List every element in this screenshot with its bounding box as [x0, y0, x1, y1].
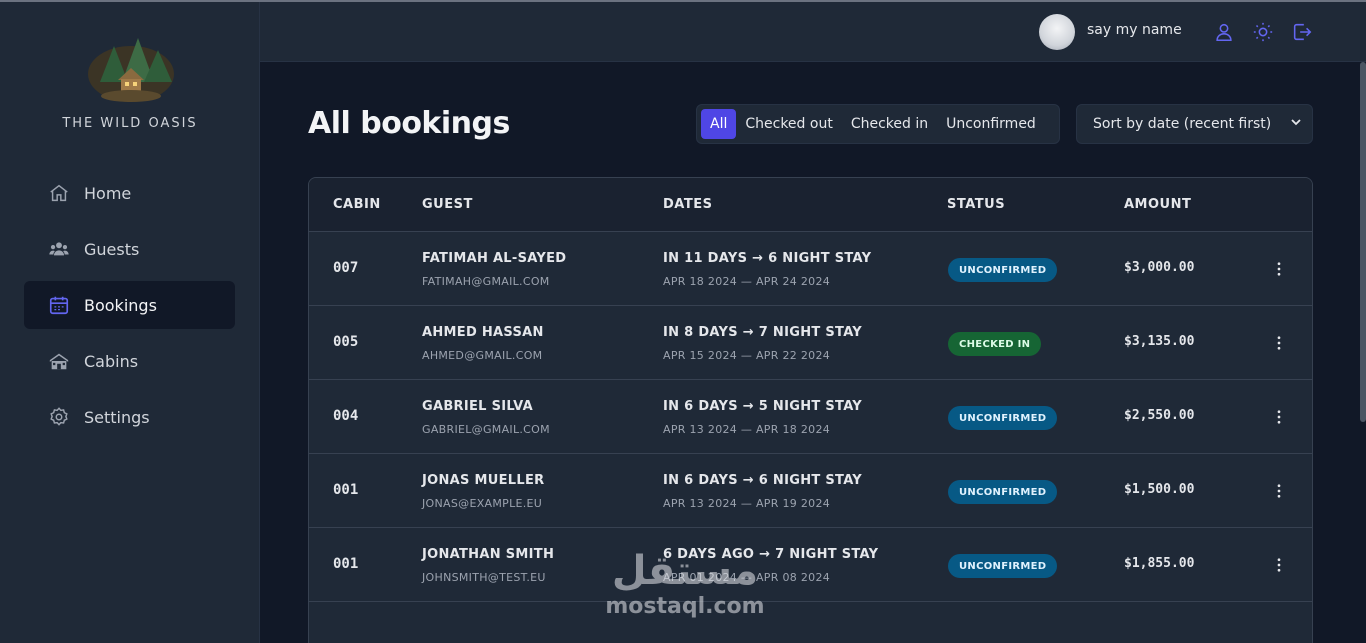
username: say my name	[1087, 22, 1182, 38]
column-header-guest: GUEST	[422, 197, 473, 212]
table-row: 007 FATIMAH AL-SAYED FATIMAH@GMAIL.COM I…	[309, 232, 1312, 306]
row-menu-icon[interactable]	[1269, 553, 1289, 577]
booking-amount: $3,135.00	[1124, 334, 1195, 349]
date-range: APR 18 2024 — APR 24 2024	[663, 275, 831, 288]
status-filter: All Checked out Checked in Unconfirmed	[696, 104, 1060, 144]
table-row: 001 JONAS MUELLER JONAS@EXAMPLE.EU IN 6 …	[309, 454, 1312, 528]
guest-email: AHMED@GMAIL.COM	[422, 349, 543, 362]
sidebar-item-bookings[interactable]: Bookings	[24, 281, 235, 329]
booking-amount: $1,855.00	[1124, 556, 1195, 571]
status-badge: UNCONFIRMED	[948, 554, 1058, 578]
stay-summary: IN 6 DAYS → 6 NIGHT STAY	[663, 473, 863, 488]
brand-name: THE WILD OASIS	[62, 116, 198, 131]
filter-checked-in[interactable]: Checked in	[842, 109, 937, 139]
cabin-icon	[48, 350, 70, 372]
guest-email: JOHNSMITH@TEST.EU	[422, 571, 546, 584]
column-header-cabin: CABIN	[333, 197, 381, 212]
column-header-dates: DATES	[663, 197, 713, 212]
sidebar-item-label: Bookings	[84, 295, 157, 315]
bookings-table: CABIN GUEST DATES STATUS AMOUNT 007 FATI…	[308, 177, 1313, 643]
guest-name: GABRIEL SILVA	[422, 399, 534, 414]
brand-logo	[86, 32, 176, 104]
sort-select[interactable]: Sort by date (recent first)	[1076, 104, 1313, 144]
cabin-number: 007	[333, 260, 359, 276]
guest-name: JONATHAN SMITH	[422, 547, 555, 562]
cabin-number: 004	[333, 408, 359, 424]
sort-select-value: Sort by date (recent first)	[1093, 116, 1272, 132]
guest-name: JONAS MUELLER	[422, 473, 545, 488]
watermark: مستقل mostaql.com	[600, 548, 770, 633]
user-icon[interactable]	[1213, 21, 1235, 43]
booking-amount: $2,550.00	[1124, 408, 1195, 423]
column-header-status: STATUS	[947, 197, 1006, 212]
row-menu-icon[interactable]	[1269, 405, 1289, 429]
sidebar-nav: Home Guests Bookings Cabins Settings	[24, 169, 235, 449]
sidebar-item-label: Cabins	[84, 351, 139, 371]
row-menu-icon[interactable]	[1269, 331, 1289, 355]
stay-summary: IN 11 DAYS → 6 NIGHT STAY	[663, 251, 872, 266]
table-row: 005 AHMED HASSAN AHMED@GMAIL.COM IN 8 DA…	[309, 306, 1312, 380]
booking-amount: $1,500.00	[1124, 482, 1195, 497]
cabin-number: 005	[333, 334, 359, 350]
sidebar-item-label: Home	[84, 183, 132, 203]
stay-summary: IN 6 DAYS → 5 NIGHT STAY	[663, 399, 863, 414]
page-title: All bookings	[308, 106, 510, 141]
status-badge: CHECKED IN	[948, 332, 1042, 356]
cabin-number: 001	[333, 482, 359, 498]
date-range: APR 15 2024 — APR 22 2024	[663, 349, 831, 362]
home-icon	[48, 182, 70, 204]
status-badge: UNCONFIRMED	[948, 406, 1058, 430]
scrollbar[interactable]	[1360, 62, 1366, 422]
main-content: All bookings All Checked out Checked in …	[260, 62, 1360, 643]
status-badge: UNCONFIRMED	[948, 480, 1058, 504]
sidebar-item-home[interactable]: Home	[24, 169, 235, 217]
table-header: CABIN GUEST DATES STATUS AMOUNT	[309, 178, 1312, 232]
sidebar-item-guests[interactable]: Guests	[24, 225, 235, 273]
watermark-latin: mostaql.com	[605, 594, 765, 619]
filter-unconfirmed[interactable]: Unconfirmed	[937, 109, 1045, 139]
guest-name: AHMED HASSAN	[422, 325, 544, 340]
filter-all[interactable]: All	[701, 109, 737, 139]
date-range: APR 13 2024 — APR 19 2024	[663, 497, 831, 510]
table-row: 004 GABRIEL SILVA GABRIEL@GMAIL.COM IN 6…	[309, 380, 1312, 454]
avatar[interactable]	[1039, 14, 1075, 50]
table-row: 001 JONATHAN SMITH JOHNSMITH@TEST.EU 6 D…	[309, 528, 1312, 602]
guest-email: JONAS@EXAMPLE.EU	[422, 497, 543, 510]
watermark-arabic: مستقل	[611, 548, 759, 594]
stay-summary: IN 8 DAYS → 7 NIGHT STAY	[663, 325, 863, 340]
status-badge: UNCONFIRMED	[948, 258, 1058, 282]
filter-checked-out[interactable]: Checked out	[736, 109, 841, 139]
chevron-down-icon	[1290, 116, 1302, 132]
guest-email: GABRIEL@GMAIL.COM	[422, 423, 550, 436]
guest-name: FATIMAH AL-SAYED	[422, 251, 567, 266]
logout-icon[interactable]	[1291, 21, 1313, 43]
cabin-number: 001	[333, 556, 359, 572]
row-menu-icon[interactable]	[1269, 479, 1289, 503]
sidebar-item-label: Settings	[84, 407, 150, 427]
date-range: APR 13 2024 — APR 18 2024	[663, 423, 831, 436]
guest-email: FATIMAH@GMAIL.COM	[422, 275, 550, 288]
sun-icon[interactable]	[1252, 21, 1274, 43]
sidebar-item-cabins[interactable]: Cabins	[24, 337, 235, 385]
gear-icon	[48, 406, 70, 428]
row-menu-icon[interactable]	[1269, 257, 1289, 281]
calendar-icon	[48, 294, 70, 316]
sidebar-item-label: Guests	[84, 239, 140, 259]
sidebar: THE WILD OASIS Home Guests Bookings Cabi…	[0, 2, 260, 643]
booking-amount: $3,000.00	[1124, 260, 1195, 275]
sidebar-item-settings[interactable]: Settings	[24, 393, 235, 441]
top-header: say my name	[260, 2, 1366, 62]
column-header-amount: AMOUNT	[1124, 197, 1192, 212]
users-icon	[48, 238, 70, 260]
